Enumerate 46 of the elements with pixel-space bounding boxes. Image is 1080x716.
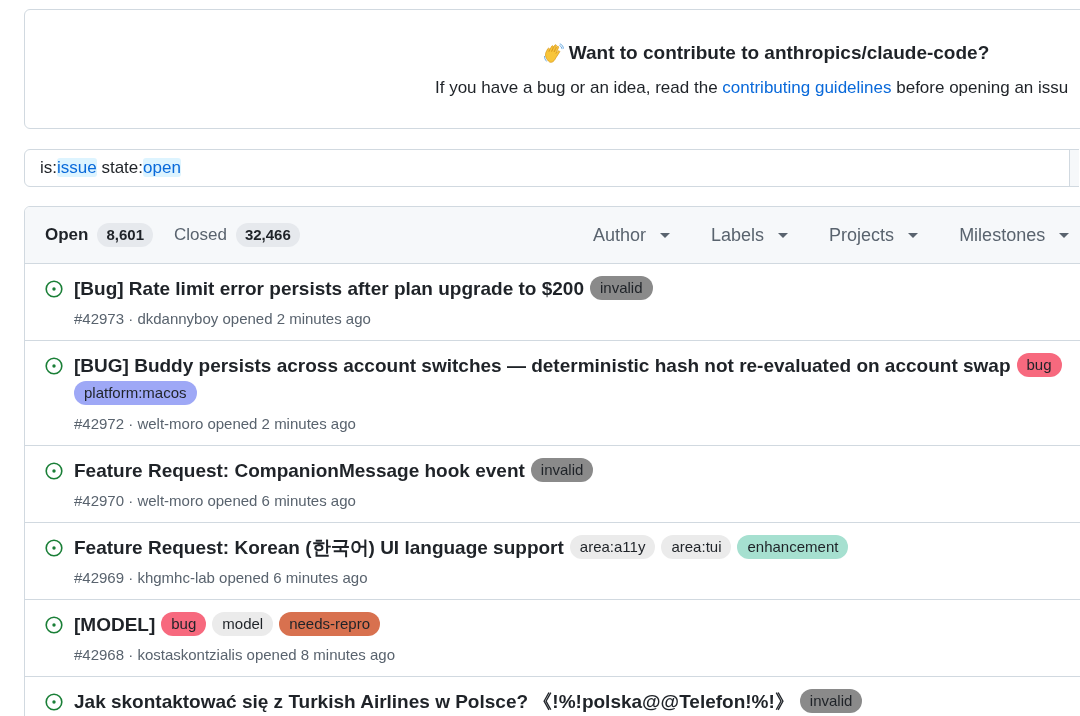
contributing-link[interactable]: contributing guidelines — [722, 78, 892, 97]
issue-label[interactable]: bug — [1016, 353, 1062, 377]
issue-meta: #42970 · welt-moro opened 6 minutes ago — [74, 491, 356, 511]
issue-state-tab[interactable]: Open 8,601 — [45, 223, 153, 247]
caret-icon — [660, 232, 671, 238]
issue-label[interactable]: invalid — [530, 458, 594, 482]
issue-label[interactable]: invalid — [589, 276, 653, 300]
issue-title[interactable]: Feature Request: CompanionMessage hook event — [74, 460, 525, 481]
issue-label[interactable]: enhancement — [737, 535, 849, 559]
issue-count: 32,466 — [235, 223, 300, 247]
issue-label[interactable]: area:a11y — [569, 535, 656, 559]
issue-label[interactable]: needs-repro — [279, 612, 381, 636]
open-issue-icon — [45, 462, 63, 480]
side-button[interactable] — [1069, 149, 1079, 187]
issue-title[interactable]: [BUG] Buddy persists across account switches — deterministic hash not re-evaluated on account swap — [74, 355, 1011, 376]
issue-meta: #42973 · dkdannyboy opened 2 minutes ago — [74, 309, 371, 329]
filter-dropdown[interactable]: Author — [593, 224, 671, 246]
open-issue-icon — [45, 280, 63, 298]
open-issue-icon — [45, 616, 63, 634]
issue-label[interactable]: model — [212, 612, 274, 636]
banner-heading: Want to contribute to anthropics/claude-code? — [568, 41, 990, 65]
issue-title[interactable]: [MODEL] — [74, 614, 156, 635]
issue-count: 8,601 — [97, 223, 153, 247]
caret-icon — [1059, 232, 1070, 238]
caret-icon — [778, 232, 789, 238]
filter-dropdown[interactable]: Milestones — [959, 224, 1070, 246]
issue-label[interactable]: platform:macos — [74, 381, 197, 405]
filter-dropdown[interactable]: Projects — [829, 224, 919, 246]
issue-label[interactable]: area:tui — [661, 535, 732, 559]
issue-meta: #42968 · kostaskontzialis opened 8 minutes ago — [74, 645, 396, 665]
issue-title[interactable]: Feature Request: Korean (한국어) UI language support — [74, 537, 564, 558]
caret-icon — [908, 232, 919, 238]
search-field[interactable]: is:issue state:open — [24, 149, 1070, 187]
filter-dropdown[interactable]: Labels — [711, 224, 789, 246]
issue-title[interactable]: [Bug] Rate limit error persists after plan upgrade to $200 — [74, 278, 584, 299]
issue-meta: #42972 · welt-moro opened 2 minutes ago — [74, 414, 356, 434]
open-issue-icon — [45, 693, 63, 711]
issue-state-tab[interactable]: Closed 32,466 — [174, 223, 300, 247]
open-issue-icon — [45, 539, 63, 557]
banner-text: If you have a bug or an idea, read the contributing guidelines before opening an issu — [435, 77, 1069, 99]
open-issue-icon — [45, 357, 63, 375]
waving-hand-icon — [542, 42, 564, 64]
issue-label[interactable]: bug — [161, 612, 207, 636]
issue-label[interactable]: invalid — [799, 689, 863, 713]
issue-meta: #42969 · khgmhc-lab opened 6 minutes ago — [74, 568, 368, 588]
issue-title[interactable]: Jak skontaktować się z Turkish Airlines w Polsce? 《!%!polska@@Telefon!%!》 — [74, 691, 794, 712]
